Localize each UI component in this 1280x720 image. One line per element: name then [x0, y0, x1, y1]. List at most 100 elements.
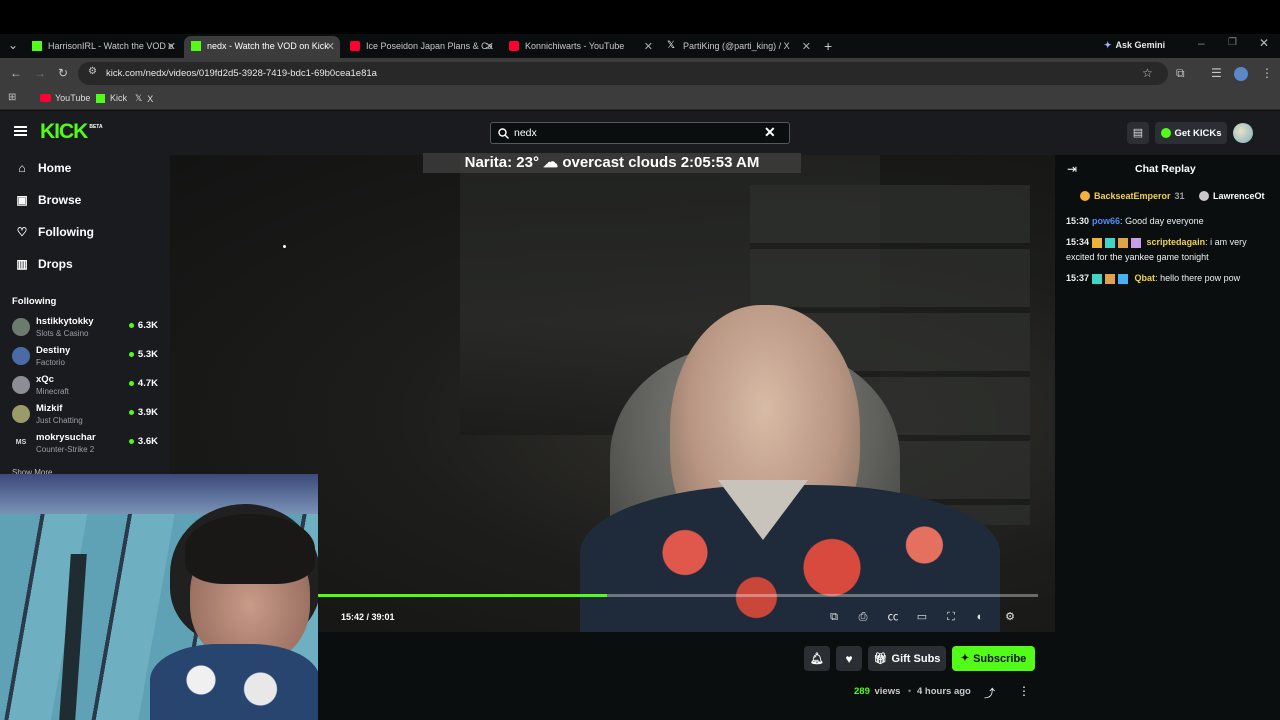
live-dot-icon [128, 410, 134, 415]
bookmark-x[interactable]: 𝕏 X [135, 93, 153, 104]
channel-category: Counter-Strike 2 [36, 445, 95, 454]
following-heading: Following [12, 296, 57, 307]
chat-message: 15:34 scriptedagain: i am very excited f… [1066, 237, 1247, 262]
following-channel-destiny[interactable]: Destiny Factorio 5.3K [12, 345, 162, 373]
profile-avatar[interactable] [1234, 67, 1248, 81]
tab-title: Konnichiwarts - YouTube [525, 41, 625, 51]
avatar [12, 347, 30, 365]
viewer-count-text: 3.6K [137, 436, 158, 447]
more-options-icon[interactable]: ⋮ [1018, 684, 1030, 698]
live-dot-icon [128, 352, 134, 357]
tab-harrisonirl[interactable]: HarrisonIRL - Watch the VOD o ✕ [32, 36, 176, 56]
menu-kebab-icon[interactable]: ⋮ [1261, 66, 1273, 80]
bookmark-star-icon[interactable]: ☆ [1142, 66, 1153, 80]
gift-icon: 🎁︎ [873, 653, 888, 665]
chat-username[interactable]: pow66 [1092, 216, 1120, 226]
badge-icons [1092, 273, 1133, 284]
search-icon [498, 126, 509, 139]
settings-gear-icon[interactable]: ⚙ [1003, 610, 1017, 624]
reading-list-icon[interactable]: ☰ [1211, 66, 1222, 80]
chat-timestamp: 15:37 [1066, 273, 1090, 283]
sidebar-item-following[interactable]: ♡ Following [14, 225, 94, 239]
sidebar-item-drops[interactable]: ▥ Drops [14, 257, 72, 271]
following-channel-mokrysuchar[interactable]: MS mokrysuchar Counter-Strike 2 3.6K [12, 432, 162, 460]
chat-title: Chat Replay [1135, 163, 1196, 175]
bookmark-youtube[interactable]: YouTube [40, 93, 90, 103]
clip-icon[interactable]: ⎙ [856, 610, 870, 624]
following-channel-xqc[interactable]: xQc Minecraft 4.7K [12, 374, 162, 402]
chat-timestamp: 15:34 [1066, 237, 1090, 247]
tab-partiking[interactable]: 𝕏 PartiKing (@parti_king) / X ✕ [667, 36, 811, 56]
collapse-chat-icon[interactable]: ⇥ [1067, 162, 1077, 176]
close-tab-icon[interactable]: ✕ [167, 40, 176, 53]
minimize-icon[interactable]: – [1198, 36, 1205, 50]
bookmarks-bar [0, 88, 1280, 110]
browser-tab-bar [0, 0, 1280, 34]
bookmark-label: Kick [110, 93, 128, 103]
following-channel-hstikkytokky[interactable]: hstikkytokky Slots & Casino 6.3K [12, 316, 162, 344]
pinned-name: LawrenceOt [1213, 191, 1265, 201]
chat-text: Good day everyone [1125, 216, 1204, 226]
extensions-icon[interactable]: ⧉ [1176, 66, 1185, 81]
tab-ice-poseidon[interactable]: Ice Poseidon Japan Plans & Ca ✕ [350, 36, 494, 56]
chat-text: hello there pow pow [1160, 273, 1241, 283]
close-tab-icon[interactable]: ✕ [644, 40, 653, 53]
back-icon[interactable]: ← [10, 66, 22, 80]
user-avatar[interactable] [1233, 123, 1253, 143]
sidebar-item-home[interactable]: ⌂ Home [14, 161, 71, 175]
dot-separator: • [908, 686, 912, 696]
close-window-icon[interactable]: ✕ [1259, 36, 1269, 50]
x-icon: 𝕏 [667, 40, 676, 51]
forward-icon[interactable]: → [34, 66, 46, 80]
pinned-gifter-2[interactable]: LawrenceOt [1199, 191, 1269, 201]
gift-subs-button[interactable]: 🎁︎ Gift Subs [868, 646, 946, 671]
follow-button[interactable]: ♥ [836, 646, 862, 671]
fullscreen-icon[interactable]: ⛶ [944, 610, 958, 624]
chat-username[interactable]: Qbat [1135, 273, 1156, 283]
close-tab-icon[interactable]: ✕ [485, 40, 494, 53]
webcam-person-shirt [150, 644, 318, 720]
notification-bell-button[interactable]: 🔔︎ [804, 646, 830, 671]
clear-search-icon[interactable]: ✕ [764, 124, 776, 141]
sidebar-item-browse[interactable]: ▣ Browse [14, 193, 81, 207]
subscribe-button[interactable]: ✦ Subscribe [952, 646, 1035, 671]
close-tab-icon[interactable]: ✕ [802, 40, 811, 53]
following-channel-mizkif[interactable]: Mizkif Just Chatting 3.9K [12, 403, 162, 431]
bookmark-label: X [147, 93, 154, 104]
tab-search-icon[interactable]: ⌄ [8, 38, 18, 52]
tab-nedx[interactable]: nedx - Watch the VOD on Kick ✕ [191, 36, 335, 56]
site-info-icon[interactable]: ⚙ [88, 66, 97, 77]
playback-speed-icon[interactable]: ◐ [973, 610, 987, 624]
new-tab-icon[interactable]: + [824, 38, 832, 54]
theater-mode-icon[interactable]: ▭ [915, 610, 929, 624]
nav-label: Following [38, 225, 94, 239]
ask-gemini-button[interactable]: ✦ Ask Gemini [1104, 37, 1174, 53]
pinned-gifter-1[interactable]: BackseatEmperor 31 [1080, 191, 1185, 201]
live-dot-icon [128, 439, 134, 444]
url-text[interactable]: kick.com/nedx/videos/019fd2d5-3928-7419-… [106, 68, 377, 79]
get-kicks-button[interactable]: Get KICKs [1155, 122, 1227, 144]
bookmark-kick[interactable]: Kick [96, 93, 127, 103]
viewer-count-text: 5.3K [137, 349, 158, 360]
miniplayer-icon[interactable]: ⧉ [827, 610, 841, 624]
browse-icon: ▣ [16, 193, 28, 207]
avatar-initials: MS [15, 439, 27, 446]
library-button[interactable]: ▤ [1127, 122, 1149, 144]
home-icon: ⌂ [18, 161, 26, 175]
reload-icon[interactable]: ↻ [58, 66, 68, 80]
channel-category: Slots & Casino [36, 329, 89, 338]
share-icon[interactable]: ⤴ [984, 685, 995, 701]
apps-grid-icon[interactable]: ⊞ [8, 92, 16, 103]
maximize-icon[interactable]: ❐ [1228, 37, 1237, 48]
close-tab-icon[interactable]: ✕ [326, 40, 335, 53]
avatar: MS [12, 434, 30, 452]
viewer-count: 6.3K [128, 320, 158, 331]
hamburger-icon[interactable] [14, 126, 27, 136]
search-input[interactable]: nedx [514, 127, 537, 139]
kick-logo[interactable]: KICK BETA [40, 121, 103, 143]
tab-title: Ice Poseidon Japan Plans & Ca [366, 41, 493, 51]
captions-icon[interactable]: ㏄ [886, 610, 900, 624]
tab-konnichiwarts[interactable]: Konnichiwarts - YouTube ✕ [509, 36, 653, 56]
live-dot-icon [128, 381, 134, 386]
chat-username[interactable]: scriptedagain [1147, 237, 1206, 247]
